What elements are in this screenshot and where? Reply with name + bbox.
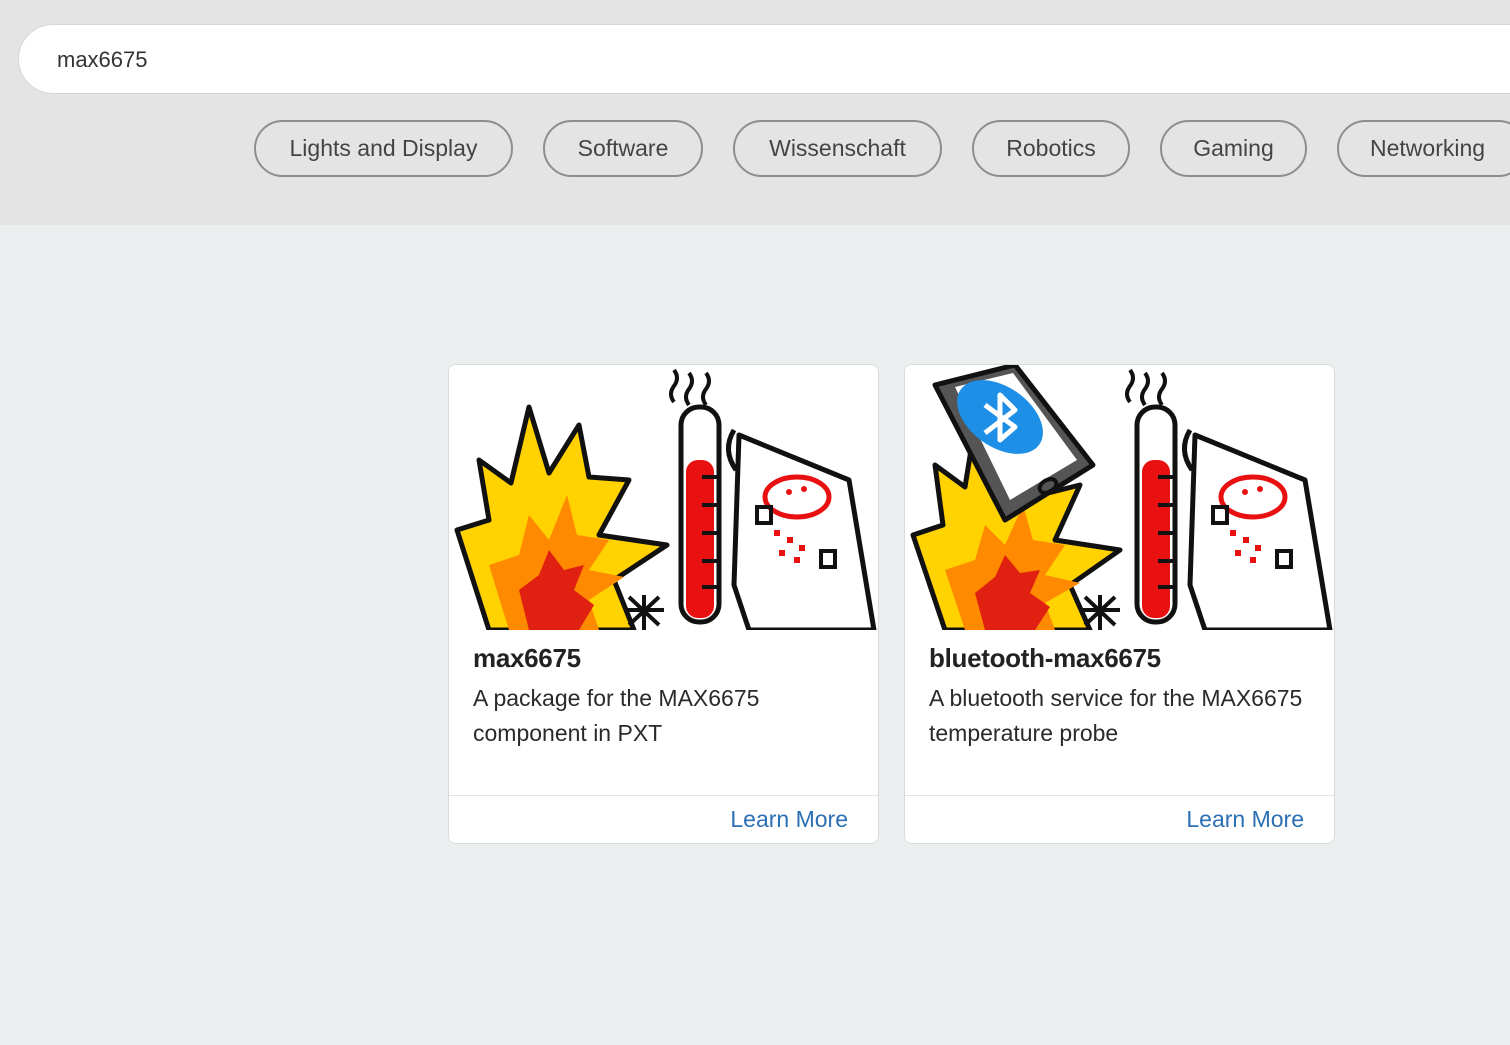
header-bar: Lights and Display Software Wissenschaft… <box>0 0 1510 225</box>
thermometer-icon <box>1134 404 1178 625</box>
category-software[interactable]: Software <box>543 120 703 177</box>
search-input[interactable] <box>55 39 1459 81</box>
category-wissenschaft[interactable]: Wissenschaft <box>733 120 942 177</box>
category-robotics[interactable]: Robotics <box>972 120 1130 177</box>
category-gaming[interactable]: Gaming <box>1160 120 1307 177</box>
heat-waves-icon <box>669 368 711 407</box>
package-card-max6675[interactable]: max6675 A package for the MAX6675 compon… <box>448 364 879 844</box>
microbit-icon <box>1182 428 1333 630</box>
category-networking[interactable]: Networking <box>1337 120 1510 177</box>
category-lights-and-display[interactable]: Lights and Display <box>254 120 513 177</box>
card-footer: Learn More <box>449 795 878 843</box>
package-description: A package for the MAX6675 component in P… <box>473 685 760 746</box>
heat-waves-icon <box>1125 368 1167 407</box>
package-image <box>905 365 1334 630</box>
package-description: A bluetooth service for the MAX6675 temp… <box>929 685 1303 746</box>
learn-more-link[interactable]: Learn More <box>1186 806 1304 833</box>
learn-more-link[interactable]: Learn More <box>730 806 848 833</box>
thermometer-icon <box>678 404 722 625</box>
microbit-icon <box>726 428 877 630</box>
search-box[interactable] <box>18 24 1510 94</box>
fire-icon <box>454 404 670 630</box>
package-title: bluetooth-max6675 <box>929 643 1161 673</box>
package-card-bluetooth-max6675[interactable]: bluetooth-max6675 A bluetooth service fo… <box>904 364 1335 844</box>
snowflake-icon <box>1080 595 1120 630</box>
snowflake-icon <box>624 595 664 630</box>
package-title: max6675 <box>473 643 581 673</box>
package-image <box>449 365 878 630</box>
card-footer: Learn More <box>905 795 1334 843</box>
